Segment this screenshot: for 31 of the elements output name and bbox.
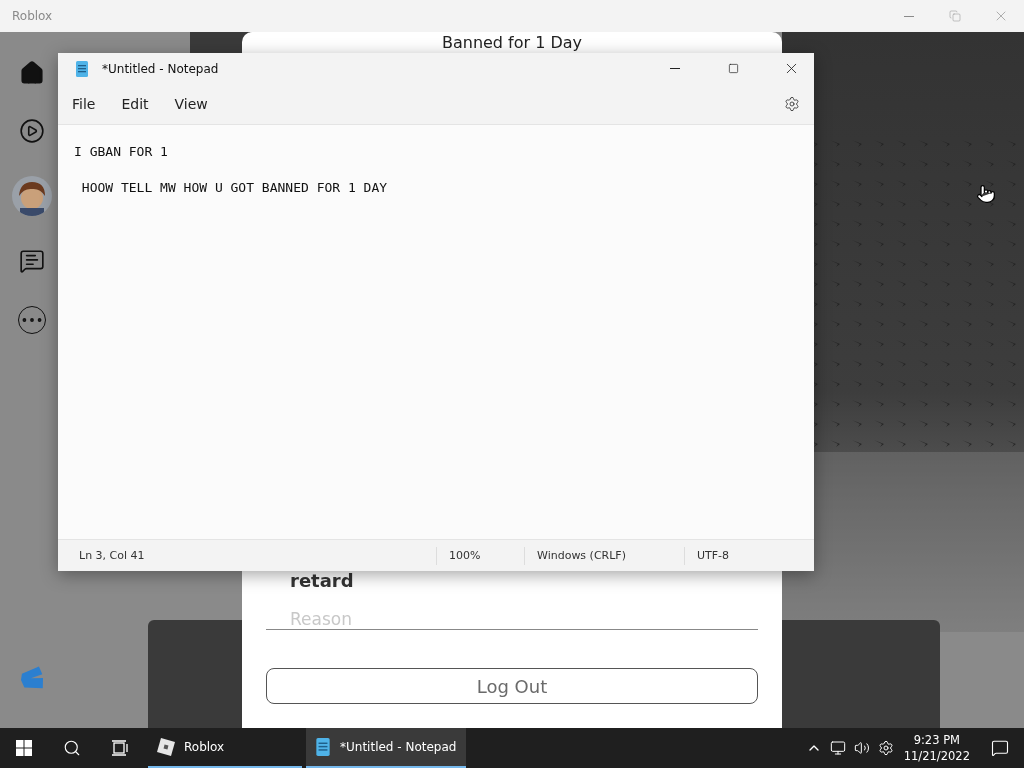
moderator-note: retard — [289, 570, 355, 591]
status-text: Windows (CRLF) — [537, 548, 626, 562]
search-icon — [63, 739, 81, 757]
status-text: 100% — [449, 548, 481, 562]
windows-logo-icon — [16, 740, 32, 756]
taskbar-app[interactable]: *Untitled - Notepad — [306, 728, 466, 768]
menu-item[interactable]: View — [174, 92, 222, 116]
minimize-icon — [904, 15, 914, 17]
notepad-icon — [74, 59, 90, 78]
menu-item[interactable]: File — [72, 92, 110, 116]
status-text: UTF-8 — [697, 548, 730, 562]
window-title: *Untitled - Notepad — [102, 61, 220, 76]
dialog-title: Banned for 1 Day — [440, 34, 584, 52]
text-editor[interactable]: I GBAN FOR 1 HOOW TELL MW HOW U GOT BANNED FOR 1 DAY — [58, 125, 814, 539]
log-out-button[interactable]: Log Out — [266, 668, 758, 704]
restore-icon — [949, 10, 961, 22]
avatar[interactable] — [12, 176, 52, 216]
taskbar-app[interactable]: Roblox — [148, 728, 302, 768]
maximize-icon — [727, 63, 739, 74]
clock[interactable]: 9:23 PM 11/21/2022 — [897, 732, 976, 764]
play-button[interactable] — [19, 118, 45, 144]
window-title: Roblox — [12, 9, 54, 23]
hand-cursor-icon — [976, 184, 996, 204]
notepad-icon — [314, 737, 332, 757]
home-button[interactable] — [19, 60, 45, 86]
settings-button[interactable] — [784, 96, 800, 112]
minimize-icon — [670, 68, 680, 69]
task-view-icon — [111, 740, 129, 756]
chat-icon[interactable] — [19, 248, 45, 274]
menu-item[interactable]: Edit — [121, 92, 163, 116]
status-text: Ln 3, Col 41 — [79, 548, 145, 562]
